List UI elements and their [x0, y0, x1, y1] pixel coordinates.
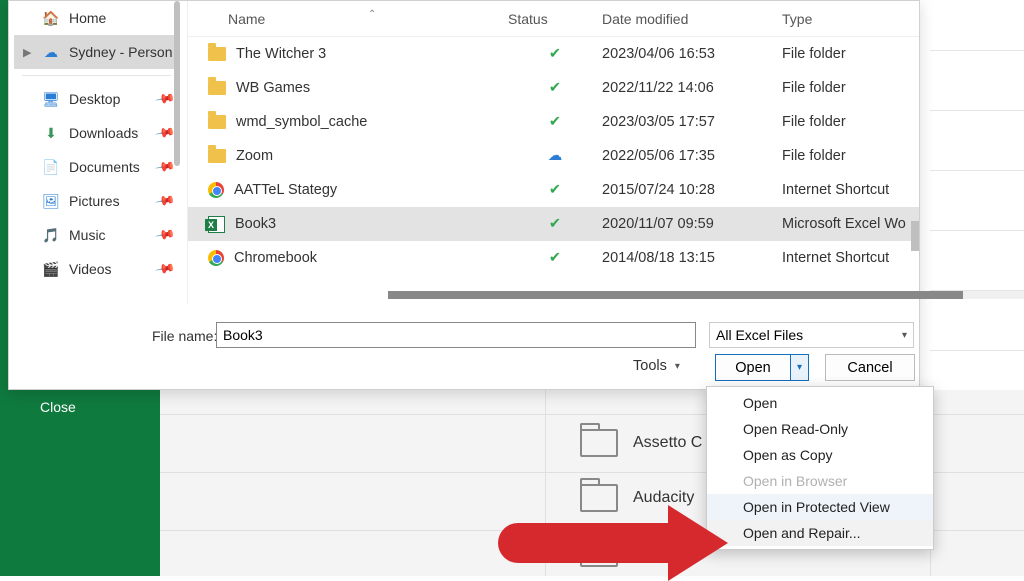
pin-icon[interactable]: 📌	[154, 88, 176, 110]
open-button[interactable]: Open	[715, 354, 790, 381]
nav-item-videos[interactable]: 🎬 Videos 📌	[14, 252, 179, 286]
synced-icon: ✔	[508, 46, 602, 62]
nav-item-onedrive[interactable]: ▶ ☁ Sydney - Person	[14, 35, 179, 69]
nav-scrollbar[interactable]	[174, 1, 180, 166]
navigation-pane: 🏠 Home ▶ ☁ Sydney - Person 🖥 Desktop 📌 ⬇…	[14, 1, 179, 301]
nav-separator	[22, 75, 171, 76]
chevron-right-icon: ▶	[23, 46, 31, 59]
pin-icon[interactable]: 📌	[154, 156, 176, 178]
synced-icon: ✔	[508, 80, 602, 96]
excel-icon	[208, 216, 225, 233]
chrome-icon	[208, 250, 224, 266]
hscroll-track[interactable]	[388, 291, 1024, 299]
nav-label: Videos	[69, 261, 112, 277]
dialog-footer: File name: All Excel Files▾ Tools▾ Open …	[9, 304, 919, 389]
onedrive-icon: ☁	[42, 43, 60, 61]
header-date[interactable]: Date modified	[602, 11, 782, 27]
nav-item-home[interactable]: 🏠 Home	[14, 1, 179, 35]
nav-label: Music	[69, 227, 106, 243]
filetype-filter[interactable]: All Excel Files▾	[709, 322, 914, 348]
backstage-close[interactable]: Close	[40, 399, 76, 415]
background-calendar-right	[930, 0, 1024, 390]
synced-icon: ✔	[508, 216, 602, 232]
excel-green-panel	[0, 390, 160, 576]
nav-item-pictures[interactable]: 🖼 Pictures 📌	[14, 184, 179, 218]
filename-label: File name:	[152, 328, 217, 344]
column-headers: Name ⌃ Status Date modified Type	[188, 1, 919, 37]
pin-icon[interactable]: 📌	[154, 258, 176, 280]
folder-icon	[208, 81, 226, 95]
synced-icon: ✔	[508, 250, 602, 266]
nav-label: Pictures	[69, 193, 120, 209]
folder-icon	[208, 47, 226, 61]
menu-open-readonly[interactable]: Open Read-Only	[707, 416, 933, 442]
header-name[interactable]: Name ⌃	[188, 11, 508, 27]
file-list: Name ⌃ Status Date modified Type The Wit…	[187, 1, 919, 304]
open-split-button[interactable]: ▾	[790, 354, 809, 381]
pin-icon[interactable]: 📌	[154, 122, 176, 144]
pin-icon[interactable]: 📌	[154, 224, 176, 246]
music-icon: 🎵	[42, 226, 60, 244]
chrome-icon	[208, 182, 224, 198]
header-type[interactable]: Type	[782, 11, 919, 27]
pictures-icon: 🖼	[42, 192, 60, 210]
nav-item-documents[interactable]: 📄 Documents 📌	[14, 150, 179, 184]
file-row[interactable]: Zoom ☁ 2022/05/06 17:35 File folder	[188, 139, 919, 173]
nav-label: Documents	[69, 159, 140, 175]
file-row-selected[interactable]: Book3 ✔ 2020/11/07 09:59 Microsoft Excel…	[188, 207, 919, 241]
open-file-dialog: 🏠 Home ▶ ☁ Sydney - Person 🖥 Desktop 📌 ⬇…	[8, 0, 920, 390]
download-icon: ⬇	[42, 124, 60, 142]
tools-dropdown[interactable]: Tools▾	[633, 358, 680, 374]
synced-icon: ✔	[508, 182, 602, 198]
filename-input[interactable]	[216, 322, 696, 348]
documents-icon: 📄	[42, 158, 60, 176]
chevron-down-icon: ▾	[902, 330, 907, 341]
menu-open[interactable]: Open	[707, 390, 933, 416]
videos-icon: 🎬	[42, 260, 60, 278]
menu-open-protected[interactable]: Open in Protected View	[707, 494, 933, 520]
cloud-icon: ☁	[508, 148, 602, 164]
nav-label: Home	[69, 10, 106, 26]
menu-open-repair[interactable]: Open and Repair...	[707, 520, 933, 546]
menu-open-browser: Open in Browser	[707, 468, 933, 494]
nav-item-desktop[interactable]: 🖥 Desktop 📌	[14, 82, 179, 116]
menu-open-copy[interactable]: Open as Copy	[707, 442, 933, 468]
file-row[interactable]: WB Games ✔ 2022/11/22 14:06 File folder	[188, 71, 919, 105]
file-row[interactable]: AATTeL Stategy ✔ 2015/07/24 10:28 Intern…	[188, 173, 919, 207]
pin-icon[interactable]: 📌	[154, 190, 176, 212]
header-status[interactable]: Status	[508, 11, 602, 27]
chevron-down-icon: ▾	[675, 361, 680, 372]
cancel-button[interactable]: Cancel	[825, 354, 915, 381]
file-row[interactable]: The Witcher 3 ✔ 2023/04/06 16:53 File fo…	[188, 37, 919, 71]
hscroll-thumb[interactable]	[388, 291, 963, 299]
synced-icon: ✔	[508, 114, 602, 130]
home-icon: 🏠	[42, 9, 60, 27]
open-dropdown-menu: Open Open Read-Only Open as Copy Open in…	[706, 386, 934, 550]
nav-label: Downloads	[69, 125, 138, 141]
sort-caret-icon: ⌃	[368, 9, 376, 20]
annotation-arrow	[498, 505, 728, 581]
vscroll-thumb[interactable]	[911, 221, 919, 251]
nav-item-downloads[interactable]: ⬇ Downloads 📌	[14, 116, 179, 150]
file-row[interactable]: Chromebook ✔ 2014/08/18 13:15 Internet S…	[188, 241, 919, 275]
desktop-icon: 🖥	[42, 90, 60, 108]
chevron-down-icon: ▾	[797, 362, 802, 373]
nav-label: Desktop	[69, 91, 120, 107]
folder-icon	[208, 149, 226, 163]
folder-icon	[208, 115, 226, 129]
nav-item-music[interactable]: 🎵 Music 📌	[14, 218, 179, 252]
nav-label: Sydney - Person	[69, 44, 173, 60]
file-row[interactable]: wmd_symbol_cache ✔ 2023/03/05 17:57 File…	[188, 105, 919, 139]
recent-folder[interactable]: Assetto C	[580, 415, 702, 470]
